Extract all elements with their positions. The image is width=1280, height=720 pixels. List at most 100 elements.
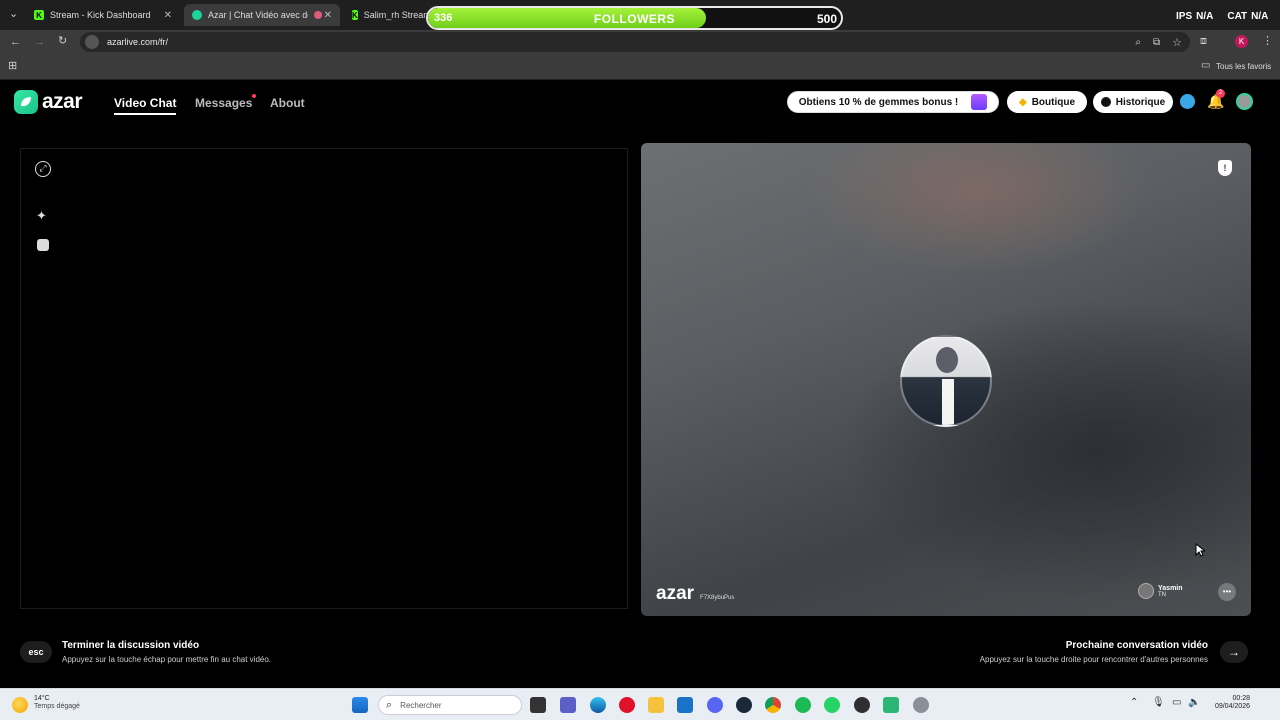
chrome-icon[interactable] [765,697,781,713]
shop-label: Boutique [1031,96,1076,108]
tab-kick-dashboard[interactable]: K Stream - Kick Dashboard ✕ [26,4,180,26]
steam-icon[interactable] [736,697,752,713]
obs-icon[interactable] [854,697,870,713]
task-view-icon[interactable] [530,697,546,713]
reload-icon[interactable]: ↻ [58,36,67,47]
clock[interactable]: 00:28 09/04/2026 [1206,695,1250,712]
folder-icon: ▭ [1201,60,1211,71]
recording-icon [314,11,322,19]
discord-icon[interactable] [707,697,723,713]
windows-taskbar: 14°C Temps dégagé ⌕ Rechercher ⌃ 🎙 ▭ 🔈 0… [0,688,1280,720]
file-explorer-icon[interactable] [648,697,664,713]
stat-label: CAT [1227,11,1248,22]
network-icon[interactable]: ▭ [1172,697,1181,708]
end-chat-hint: Terminer la discussion vidéo Appuyez sur… [62,640,271,664]
zoom-icon[interactable]: ⌕ [1135,37,1141,48]
volume-icon[interactable]: 🔈 [1188,697,1200,708]
remote-video-panel: ! azar F7X8ybuPus Yasmin TN ••• [641,143,1251,616]
magic-wand-icon[interactable]: ✦ [36,208,52,224]
kick-icon: K [352,10,358,20]
store-icon[interactable] [677,697,693,713]
nav-about[interactable]: About [270,96,305,110]
self-camera-panel: ⤢ ✦ [20,148,628,609]
chat-bubble-icon[interactable]: ••• [1218,583,1236,601]
stat-value: N/A [1251,11,1269,22]
partner-info[interactable]: Yasmin TN [1138,583,1183,599]
close-icon[interactable]: ✕ [324,10,332,21]
partner-mini-avatar [1138,583,1154,599]
opera-icon[interactable] [619,697,635,713]
settings-icon[interactable] [913,697,929,713]
spotify-icon[interactable] [795,697,811,713]
search-placeholder: Rechercher [400,700,442,710]
all-bookmarks-label[interactable]: Tous les favoris [1216,62,1271,71]
tab-azar[interactable]: Azar | Chat Vidéo avec de n ✕ [184,4,340,26]
profile-avatar[interactable]: K [1235,35,1248,48]
followers-label: FOLLOWERS [593,12,676,26]
whatsapp-icon[interactable] [824,697,840,713]
history-button[interactable]: Historique [1093,91,1173,113]
tab-search-icon[interactable]: ⌄ [9,9,18,20]
notification-badge: 2 [1216,89,1225,98]
gem-balance-icon[interactable] [1180,94,1195,109]
history-label: Historique [1115,96,1166,108]
start-icon[interactable] [352,697,368,713]
profile-icon[interactable] [1236,93,1253,110]
weather-widget[interactable]: 14°C Temps dégagé [34,695,80,710]
keyboard-hints: esc Terminer la discussion vidéo Appuyez… [0,632,1280,688]
install-icon[interactable]: ⧉ [1153,37,1160,48]
remote-watermark: azar F7X8ybuPus [656,583,734,605]
watermark-logo: azar [656,583,695,604]
mouse-cursor [1195,543,1205,557]
forward-icon[interactable]: → [34,37,45,48]
nav-video-chat[interactable]: Video Chat [114,96,176,110]
next-arrow-key[interactable]: → [1220,641,1248,663]
teams-icon[interactable] [560,697,576,713]
gem-icon: ◆ [1018,96,1027,108]
stat-value: N/A [1196,11,1214,22]
site-info-icon[interactable] [85,35,99,49]
next-chat-subtitle: Appuyez sur la touche droite pour rencon… [979,655,1208,664]
nav-messages[interactable]: Messages [195,96,252,110]
menu-icon[interactable]: ⋮ [1262,36,1273,47]
back-icon[interactable]: ← [10,37,21,48]
azar-page: azar Video Chat Messages About Obtiens 1… [0,80,1280,688]
expand-icon[interactable]: ⤢ [35,161,51,177]
weather-icon[interactable] [12,697,28,713]
app-icon[interactable] [883,697,899,713]
next-chat-hint: Prochaine conversation vidéo Appuyez sur… [980,640,1208,664]
microphone-icon[interactable]: 🎙 [1152,697,1165,708]
bookmarks-bar: ⊞ ▭ Tous les favoris [0,54,1280,80]
messages-dot [252,94,256,98]
followers-goal: 500 [816,12,837,26]
clock-date: 09/04/2026 [1214,703,1250,711]
azar-tab-icon [192,10,202,20]
tab-title: Azar | Chat Vidéo avec de n [208,10,308,20]
apps-grid-icon[interactable]: ⊞ [8,61,17,72]
watermark-id: F7X8ybuPus [700,595,735,601]
report-icon[interactable]: ! [1218,160,1232,176]
taskbar-search[interactable]: ⌕ Rechercher [378,695,522,715]
shop-button[interactable]: ◆ Boutique [1007,91,1087,113]
gem-bonus-button[interactable]: Obtiens 10 % de gemmes bonus ! [787,91,999,113]
gem-bonus-label: Obtiens 10 % de gemmes bonus ! [798,96,959,108]
sticker-icon[interactable] [37,239,49,251]
extensions-icon[interactable]: ⧈ [1200,36,1207,47]
kick-icon: K [34,10,44,20]
tray-chevron-icon[interactable]: ⌃ [1130,697,1138,708]
partner-country: TN [1158,591,1166,598]
partner-avatar [900,335,992,427]
nav-active-underline [114,113,176,115]
close-icon[interactable]: ✕ [164,10,172,21]
address-bar-row: ← → ↻ azarlive.com/fr/ ⌕ ⧉ ☆ ⧈ K ⋮ [0,30,1280,54]
azar-logo[interactable]: azar [14,90,83,114]
tab-salim-stream[interactable]: K Salim_rh Stream [344,4,431,26]
edge-icon[interactable] [590,697,606,713]
esc-key[interactable]: esc [20,641,52,663]
avatar-shirt [942,379,954,425]
next-chat-title: Prochaine conversation vidéo [1065,640,1208,651]
avatar-head [936,347,958,373]
end-chat-title: Terminer la discussion vidéo [62,640,200,651]
url-field[interactable]: azarlive.com/fr/ ⌕ ⧉ ☆ [80,32,1190,52]
bookmark-star-icon[interactable]: ☆ [1172,36,1182,49]
